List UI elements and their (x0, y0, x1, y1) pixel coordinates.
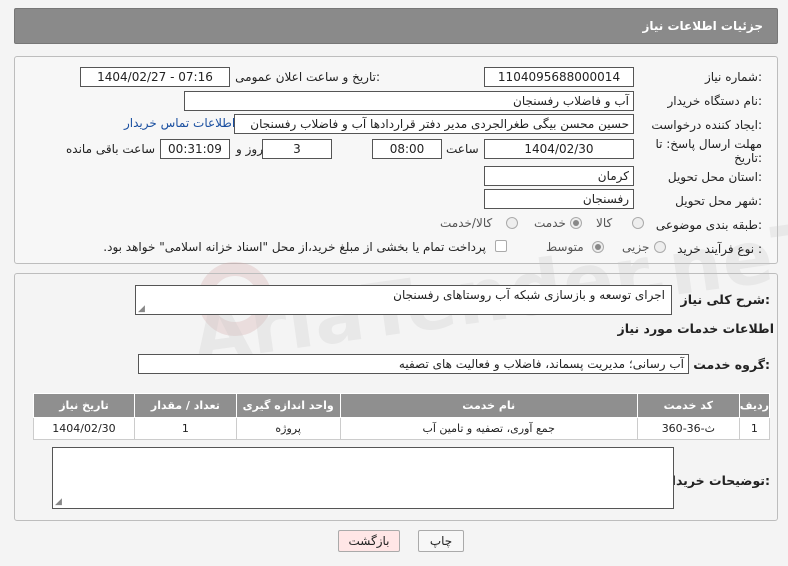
city-field[interactable]: رفسنجان (484, 189, 634, 209)
time-label: ساعت (446, 142, 479, 156)
city-label: شهر محل تحویل: (675, 194, 762, 208)
category-option-goods: کالا (596, 216, 613, 230)
payment-note: پرداخت تمام یا بخشی از مبلغ خرید،از محل … (103, 240, 486, 254)
process-label: نوع فرآیند خرید : (677, 242, 762, 256)
col-header-service-code: کد خدمت (636, 393, 740, 418)
category-label: طبقه بندی موضوعی: (655, 218, 762, 232)
process-radio-minor[interactable] (654, 241, 666, 253)
cell-need-date: 1404/02/30 (33, 417, 135, 440)
remaining-time-field[interactable]: 00:31:09 (160, 139, 230, 159)
remaining-label: ساعت باقی مانده (66, 142, 156, 156)
col-header-row-number: ردیف (738, 393, 771, 418)
province-label: استان محل تحویل: (667, 170, 762, 184)
services-table: ردیف کد خدمت نام خدمت واحد اندازه گیری ت… (33, 393, 771, 440)
process-option-medium: متوسط (546, 240, 584, 254)
page-title: جزئیات اطلاعات نیاز (642, 19, 763, 33)
deadline-label: مهلت ارسال پاسخ: تا (655, 137, 762, 151)
cell-service-name: جمع آوری، تصفیه و تامین آب (339, 417, 638, 440)
deadline-time-field[interactable]: 08:00 (372, 139, 442, 159)
cell-unit: پروژه (235, 417, 341, 440)
announce-label: تاریخ و ساعت اعلان عمومی: (235, 70, 380, 84)
resize-handle-icon: ◢ (138, 304, 145, 314)
buyer-notes-label: توضیحات خریدار: (664, 473, 770, 488)
page-header: جزئیات اطلاعات نیاز (14, 8, 778, 44)
treasury-checkbox[interactable] (495, 240, 507, 252)
province-field[interactable]: کرمان (484, 166, 634, 186)
services-title: اطلاعات خدمات مورد نیاز (617, 321, 775, 336)
cell-service-code: ث-36-360 (636, 417, 740, 440)
category-radio-both[interactable] (506, 217, 518, 229)
deadline-date-field[interactable]: 1404/02/30 (484, 139, 634, 159)
service-group-field[interactable]: آب رسانی؛ مدیریت پسماند، فاضلاب و فعالیت… (138, 354, 689, 374)
category-option-both: کالا/خدمت (440, 216, 493, 230)
buyer-org-label: نام دستگاه خریدار: (667, 94, 763, 108)
back-button[interactable]: بازگشت (338, 530, 400, 552)
description-label: شرح کلی نیاز: (680, 292, 771, 307)
cell-quantity: 1 (133, 417, 237, 440)
deadline-date-label: تاریخ: (734, 151, 762, 165)
col-header-unit: واحد اندازه گیری (235, 393, 341, 418)
requester-label: ایجاد کننده درخواست: (651, 118, 762, 132)
days-label: روز و (236, 142, 263, 156)
buyer-org-field[interactable]: آب و فاضلاب رفسنجان (184, 91, 634, 111)
contact-info-link[interactable]: اطلاعات تماس خریدار (124, 116, 235, 130)
col-header-need-date: تاریخ نیاز (33, 393, 135, 418)
need-number-field[interactable]: 1104095688000014 (484, 67, 634, 87)
announce-field[interactable]: 1404/02/27 - 07:16 (80, 67, 230, 87)
table-row: 1 ث-36-360 جمع آوری، تصفیه و تامین آب پر… (33, 417, 771, 440)
print-button[interactable]: چاپ (418, 530, 464, 552)
service-group-label: گروه خدمت: (693, 357, 770, 372)
days-field[interactable]: 3 (262, 139, 332, 159)
col-header-service-name: نام خدمت (339, 393, 638, 418)
description-field[interactable]: اجرای توسعه و بازسازی شبکه آب روستاهای ر… (135, 285, 672, 315)
requester-field[interactable]: حسین محسن بیگی طغرالجردی مدیر دفتر قرارد… (234, 114, 634, 134)
process-option-minor: جزیی (622, 240, 650, 254)
resize-handle-icon: ◢ (55, 497, 62, 507)
process-radio-medium[interactable] (592, 241, 604, 253)
category-option-service: خدمت (534, 216, 566, 230)
need-number-label: شماره نیاز: (704, 70, 762, 84)
cell-row-number: 1 (738, 417, 771, 440)
category-radio-goods[interactable] (632, 217, 644, 229)
buyer-notes-field[interactable] (52, 447, 674, 509)
category-radio-service[interactable] (570, 217, 582, 229)
col-header-quantity: تعداد / مقدار (133, 393, 237, 418)
